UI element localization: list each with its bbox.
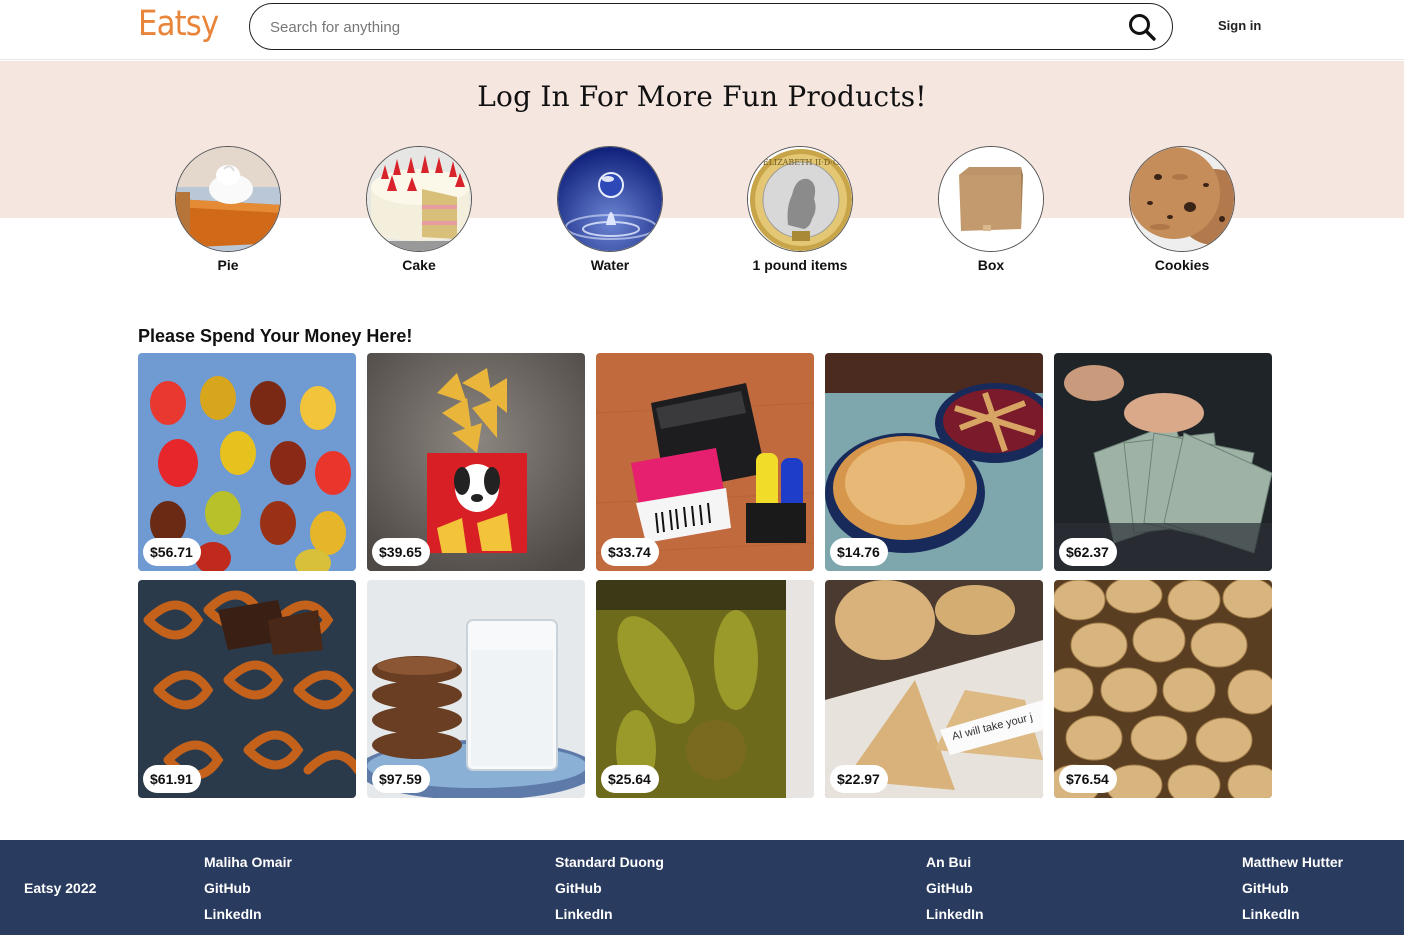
linkedin-link[interactable]: LinkedIn	[1242, 906, 1343, 932]
product-card[interactable]: AI will take your j $22.97	[825, 580, 1043, 798]
product-card[interactable]: $62.37	[1054, 353, 1272, 571]
product-card[interactable]: $76.54	[1054, 580, 1272, 798]
github-link[interactable]: GitHub	[1242, 880, 1343, 906]
category-1-pound-items[interactable]: ELIZABETH II·D·G 1 pound items	[740, 146, 860, 274]
footer-member: Standard Duong GitHub LinkedIn	[555, 854, 664, 932]
price-badge: $33.74	[601, 538, 659, 566]
category-image-box	[938, 146, 1044, 252]
category-label: 1 pound items	[752, 257, 848, 273]
github-link[interactable]: GitHub	[204, 880, 292, 906]
category-pie[interactable]: Pie	[168, 146, 288, 274]
category-label: Water	[590, 257, 630, 273]
product-card[interactable]: $25.64	[596, 580, 814, 798]
member-name: An Bui	[926, 854, 972, 870]
footer-member: An Bui GitHub LinkedIn	[926, 854, 984, 932]
product-grid: $56.71 $39.65 $33.74 $14.76 $62.37 $61.9…	[138, 353, 1272, 798]
svg-text:ELIZABETH II·D·G: ELIZABETH II·D·G	[763, 158, 839, 167]
search-bar	[249, 3, 1173, 50]
footer-brand: Eatsy 2022	[24, 880, 97, 896]
linkedin-link[interactable]: LinkedIn	[204, 906, 292, 932]
price-badge: $97.59	[372, 765, 430, 793]
category-image-cookies	[1129, 146, 1235, 252]
category-water[interactable]: Water	[550, 146, 670, 274]
price-badge: $39.65	[372, 538, 430, 566]
product-card[interactable]: $14.76	[825, 353, 1043, 571]
category-image-water	[557, 146, 663, 252]
category-image-pie	[175, 146, 281, 252]
member-name: Matthew Hutter	[1242, 854, 1344, 870]
search-icon	[1129, 14, 1156, 41]
category-label: Pie	[217, 257, 239, 273]
price-badge: $76.54	[1059, 765, 1117, 793]
price-badge: $14.76	[830, 538, 888, 566]
price-badge: $61.91	[143, 765, 201, 793]
category-cookies[interactable]: Cookies	[1122, 146, 1242, 274]
price-badge: $62.37	[1059, 538, 1117, 566]
products-section-title: Please Spend Your Money Here!	[138, 326, 413, 346]
price-badge: $22.97	[830, 765, 888, 793]
footer-member: Matthew Hutter GitHub LinkedIn	[1242, 854, 1343, 932]
github-link[interactable]: GitHub	[555, 880, 664, 906]
category-image-cake	[366, 146, 472, 252]
price-badge: $56.71	[143, 538, 201, 566]
product-card[interactable]: $39.65	[367, 353, 585, 571]
sign-in-link[interactable]: Sign in	[1218, 18, 1261, 33]
category-label: Cookies	[1154, 257, 1210, 273]
footer: Eatsy 2022 Maliha Omair GitHub LinkedIn …	[0, 840, 1404, 935]
product-card[interactable]: $33.74	[596, 353, 814, 571]
category-image-pound-coin: ELIZABETH II·D·G	[747, 146, 853, 252]
search-input[interactable]	[270, 14, 1110, 40]
banner-title: Log In For More Fun Products!	[477, 80, 927, 113]
category-box[interactable]: Box	[931, 146, 1051, 274]
category-label: Cake	[402, 257, 436, 273]
category-cake[interactable]: Cake	[359, 146, 479, 274]
linkedin-link[interactable]: LinkedIn	[555, 906, 664, 932]
category-label: Box	[977, 257, 1005, 273]
eatsy-logo[interactable]: Eatsy	[138, 4, 219, 44]
product-card[interactable]: $56.71	[138, 353, 356, 571]
member-name: Maliha Omair	[204, 854, 292, 870]
github-link[interactable]: GitHub	[926, 880, 984, 906]
footer-member: Maliha Omair GitHub LinkedIn	[204, 854, 292, 932]
price-badge: $25.64	[601, 765, 659, 793]
product-card[interactable]: $61.91	[138, 580, 356, 798]
member-name: Standard Duong	[555, 854, 664, 870]
search-button[interactable]	[1126, 11, 1158, 43]
top-navigation-bar: Eatsy Sign in	[0, 0, 1404, 60]
linkedin-link[interactable]: LinkedIn	[926, 906, 984, 932]
product-card[interactable]: $97.59	[367, 580, 585, 798]
